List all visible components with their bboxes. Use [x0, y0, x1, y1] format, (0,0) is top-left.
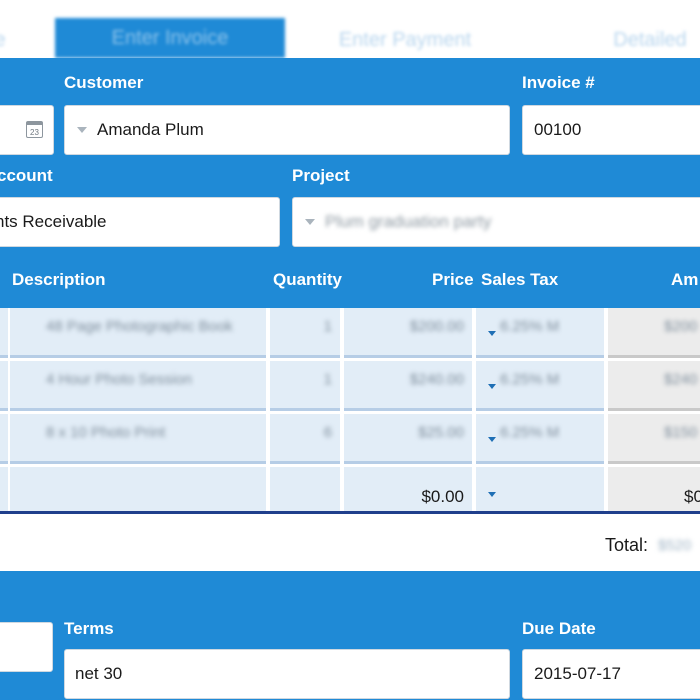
amount-value: $150 — [664, 424, 698, 441]
description-value: 48 Page Photographic Book — [46, 318, 233, 335]
description-cell[interactable] — [10, 467, 266, 514]
due-date-label: Due Date — [522, 619, 596, 638]
row-handle[interactable] — [0, 308, 8, 358]
terms-value: net 30 — [75, 664, 123, 683]
quantity-cell[interactable]: 6 — [270, 414, 340, 464]
chevron-down-icon — [305, 219, 315, 225]
sales-tax-cell[interactable]: 6.25% M — [476, 414, 604, 464]
chevron-down-icon — [488, 437, 496, 442]
column-header-sales-tax: Sales Tax — [481, 270, 559, 289]
column-header-price: Price — [432, 270, 474, 289]
quantity-value: 1 — [323, 371, 332, 388]
invoice-number-label: Invoice # — [522, 73, 595, 92]
account-label: ccount — [0, 166, 53, 185]
terms-label: Terms — [64, 619, 114, 638]
invoice-number-value: 00100 — [534, 120, 582, 139]
project-label: Project — [292, 166, 350, 185]
row-handle[interactable] — [0, 361, 8, 411]
amount-cell: $240 — [608, 361, 700, 411]
line-items-table: 48 Page Photographic Book 1 $200.00 6.25… — [0, 308, 700, 514]
invoice-header-panel: 23 Customer Amanda Plum Invoice # 00100 … — [0, 58, 700, 256]
project-select[interactable]: Plum graduation party — [292, 197, 700, 247]
tab-enter-payment[interactable]: Enter Payment — [300, 22, 510, 58]
price-value: $25.00 — [418, 424, 464, 441]
column-header-description: Description — [12, 270, 106, 289]
description-cell[interactable]: 48 Page Photographic Book — [10, 308, 266, 358]
price-value: $0.00 — [421, 487, 464, 506]
total-label: Total: — [605, 535, 649, 555]
tab-bar: e Enter Invoice Enter Payment Detailed — [0, 0, 700, 58]
tab-detailed[interactable]: Detailed — [570, 22, 700, 58]
price-value: $240.00 — [409, 371, 464, 388]
customer-label: Customer — [64, 73, 144, 92]
chevron-down-icon — [488, 384, 496, 389]
chevron-down-icon — [488, 492, 496, 497]
quantity-cell[interactable] — [270, 467, 340, 514]
quantity-cell[interactable]: 1 — [270, 308, 340, 358]
sales-tax-cell[interactable]: 6.25% M — [476, 308, 604, 358]
tab-previous[interactable]: e — [0, 22, 20, 58]
account-select[interactable]: nts Receivable — [0, 197, 280, 247]
due-date-value: 2015-07-17 — [534, 664, 621, 683]
row-handle[interactable] — [0, 414, 8, 464]
line-items-header: Description Quantity Price Sales Tax Am — [0, 256, 700, 308]
amount-value: $240 — [664, 371, 698, 388]
sales-tax-cell[interactable]: 6.25% M — [476, 361, 604, 411]
sales-tax-value: 6.25% M — [500, 318, 560, 335]
price-cell[interactable]: $240.00 — [344, 361, 472, 411]
description-value: 4 Hour Photo Session — [46, 371, 192, 388]
sales-tax-cell[interactable] — [476, 467, 604, 514]
price-cell[interactable]: $25.00 — [344, 414, 472, 464]
account-value: nts Receivable — [0, 212, 107, 231]
quantity-value: 1 — [323, 318, 332, 335]
amount-cell: $200 — [608, 308, 700, 358]
chevron-down-icon — [77, 127, 87, 133]
sales-tax-value: 6.25% M — [500, 371, 560, 388]
table-divider — [0, 511, 700, 514]
price-cell[interactable]: $200.00 — [344, 308, 472, 358]
column-header-quantity: Quantity — [273, 270, 342, 289]
tab-enter-invoice[interactable]: Enter Invoice — [55, 18, 285, 58]
amount-value: $200 — [664, 318, 698, 335]
quantity-cell[interactable]: 1 — [270, 361, 340, 411]
amount-cell: $150 — [608, 414, 700, 464]
customer-value: Amanda Plum — [97, 120, 204, 139]
price-value: $200.00 — [409, 318, 464, 335]
amount-value: $0 — [684, 487, 700, 506]
description-cell[interactable]: 4 Hour Photo Session — [10, 361, 266, 411]
price-cell[interactable]: $0.00 — [344, 467, 472, 514]
chevron-down-icon — [488, 331, 496, 336]
description-value: 8 x 10 Photo Print — [46, 424, 166, 441]
invoice-footer-panel: Terms net 30 Due Date 2015-07-17 — [0, 571, 700, 700]
project-value: Plum graduation party — [325, 212, 492, 231]
total-value: $520 — [658, 537, 692, 554]
date-field[interactable]: 23 — [0, 105, 54, 155]
due-date-input[interactable]: 2015-07-17 — [522, 649, 700, 699]
invoice-number-input[interactable]: 00100 — [522, 105, 700, 155]
terms-input[interactable]: net 30 — [64, 649, 510, 699]
description-cell[interactable]: 8 x 10 Photo Print — [10, 414, 266, 464]
row-handle[interactable] — [0, 467, 8, 514]
quantity-value: 6 — [323, 424, 332, 441]
customer-select[interactable]: Amanda Plum — [64, 105, 510, 155]
column-header-amount: Am — [671, 270, 699, 289]
calendar-icon[interactable]: 23 — [26, 121, 43, 138]
sales-tax-value: 6.25% M — [500, 424, 560, 441]
footer-left-field[interactable] — [0, 622, 53, 672]
amount-cell: $0 — [608, 467, 700, 514]
